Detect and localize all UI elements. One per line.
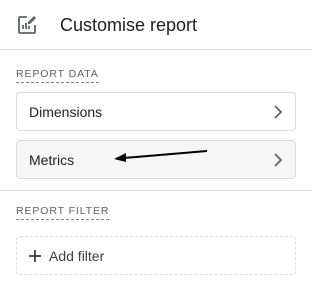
plus-icon bbox=[29, 250, 41, 262]
panel-title: Customise report bbox=[60, 15, 198, 35]
report-data-label: REPORT DATA bbox=[16, 68, 99, 83]
add-filter-label: Add filter bbox=[49, 248, 105, 264]
report-filter-label: REPORT FILTER bbox=[16, 205, 110, 220]
chevron-right-icon bbox=[274, 105, 283, 119]
add-filter-button[interactable]: Add filter bbox=[16, 236, 296, 275]
dimensions-row[interactable]: Dimensions bbox=[16, 92, 296, 131]
chevron-right-icon bbox=[274, 153, 283, 167]
dimensions-label: Dimensions bbox=[29, 104, 103, 120]
section-divider bbox=[0, 190, 311, 191]
edit-report-icon bbox=[18, 16, 36, 34]
metrics-label: Metrics bbox=[29, 152, 75, 168]
panel-header: Customise report bbox=[0, 0, 311, 50]
pointer-arrow-annotation bbox=[114, 150, 208, 162]
